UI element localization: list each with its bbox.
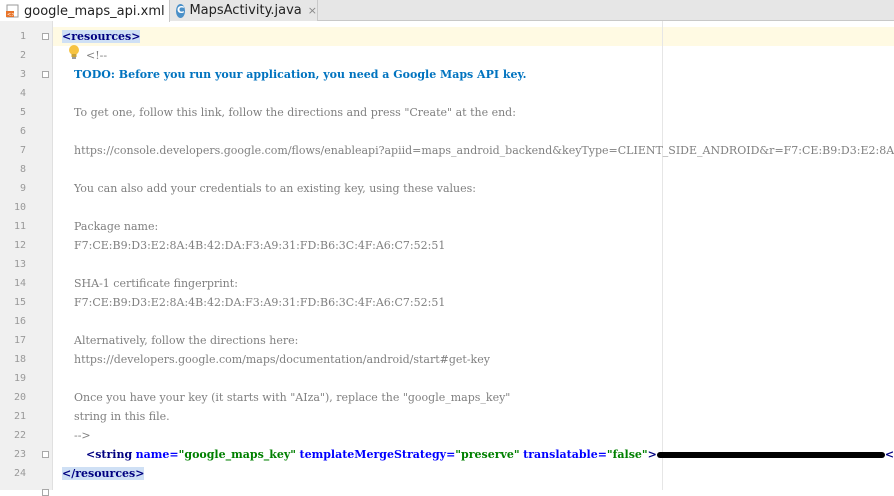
line-number: 21 <box>13 411 26 422</box>
attr-template-merge-strategy-value: "preserve" <box>455 448 520 461</box>
line-number: 5 <box>19 107 26 118</box>
tab-google-maps-api-xml[interactable]: <> google_maps_api.xml × <box>0 0 180 22</box>
attr-translatable: translatable= <box>523 448 607 461</box>
code-line-12: F7:CE:B9:D3:E2:8A:4B:42:DA:F3:A9:31:FD:B… <box>74 239 446 252</box>
line-number: 18 <box>13 354 26 365</box>
line-number: 7 <box>19 145 26 156</box>
line-number: 24 <box>13 468 26 479</box>
line-number: 1 <box>19 31 26 42</box>
code-line-18: https://developers.google.com/maps/docum… <box>74 353 490 366</box>
string-open-tag[interactable]: <string <box>86 448 132 461</box>
line-number: 12 <box>13 240 26 251</box>
resources-close-tag[interactable]: </resources> <box>62 467 145 480</box>
line-number: 4 <box>19 88 26 99</box>
line-number: 9 <box>19 183 26 194</box>
line-number: 3 <box>19 69 26 80</box>
line-number: 16 <box>13 316 26 327</box>
fold-toggle-icon[interactable] <box>42 489 49 496</box>
svg-text:<>: <> <box>7 12 15 18</box>
code-line-17: Alternatively, follow the directions her… <box>74 334 299 347</box>
redacted-api-key <box>656 452 885 458</box>
line-number: 15 <box>13 297 26 308</box>
tab-label: google_maps_api.xml <box>24 3 165 19</box>
code-line-15: F7:CE:B9:D3:E2:8A:4B:42:DA:F3:A9:31:FD:B… <box>74 296 446 309</box>
code-line-1: <resources> <box>62 27 141 46</box>
line-number: 19 <box>13 373 26 384</box>
line-number: 10 <box>13 202 26 213</box>
tab-label: MapsActivity.java <box>189 3 302 18</box>
fold-toggle-icon[interactable] <box>42 451 49 458</box>
line-number: 2 <box>19 50 26 61</box>
line-number: 20 <box>13 392 26 403</box>
line-number: 6 <box>19 126 26 137</box>
code-line-24: </resources> <box>62 464 145 483</box>
fold-toggle-icon[interactable] <box>42 33 49 40</box>
line-number: 11 <box>13 221 26 232</box>
lightbulb-icon[interactable] <box>68 44 80 60</box>
line-number: 14 <box>13 278 26 289</box>
todo-comment: TODO: Before you run your application, y… <box>74 68 527 81</box>
line-number: 22 <box>13 430 26 441</box>
java-class-icon: C <box>176 3 186 18</box>
code-line-20: Once you have your key (it starts with "… <box>74 391 511 404</box>
code-line-23: <string name="google_maps_key" templateM… <box>86 445 894 464</box>
attr-template-merge-strategy: templateMergeStrategy= <box>299 448 456 461</box>
editor-tab-bar: <> google_maps_api.xml × C MapsActivity.… <box>0 0 894 22</box>
code-line-21: string in this file. <box>74 410 170 423</box>
string-close-tag[interactable]: </string> <box>885 448 894 461</box>
fold-toggle-icon[interactable] <box>42 71 49 78</box>
tab-maps-activity-java[interactable]: C MapsActivity.java × <box>170 0 318 21</box>
close-icon[interactable]: × <box>308 4 317 17</box>
gutter-divider <box>52 21 53 490</box>
code-line-22: --> <box>74 429 91 442</box>
code-line-3: TODO: Before you run your application, y… <box>74 65 526 84</box>
resources-open-tag[interactable]: <resources> <box>62 30 141 43</box>
attr-translatable-value: "false" <box>606 448 648 461</box>
code-line-2: <!-- <box>86 49 108 62</box>
code-line-7: https://console.developers.google.com/fl… <box>74 144 894 157</box>
tag-end-bracket: > <box>647 448 657 461</box>
line-number: 8 <box>19 164 26 175</box>
right-margin-guide <box>662 21 663 490</box>
line-number: 17 <box>13 335 26 346</box>
attr-name: name= <box>135 448 179 461</box>
current-line-highlight <box>53 27 894 46</box>
code-line-9: You can also add your credentials to an … <box>74 182 476 195</box>
code-line-5: To get one, follow this link, follow the… <box>74 106 516 119</box>
line-number: 13 <box>13 259 26 270</box>
attr-name-value: "google_maps_key" <box>178 448 296 461</box>
xml-file-icon: <> <box>6 4 20 18</box>
code-line-14: SHA-1 certificate fingerprint: <box>74 277 238 290</box>
line-number: 23 <box>13 449 26 460</box>
code-editor[interactable]: 1 2 3 4 5 6 7 8 9 10 11 12 13 14 15 16 1… <box>0 21 894 496</box>
code-line-11: Package name: <box>74 220 159 233</box>
